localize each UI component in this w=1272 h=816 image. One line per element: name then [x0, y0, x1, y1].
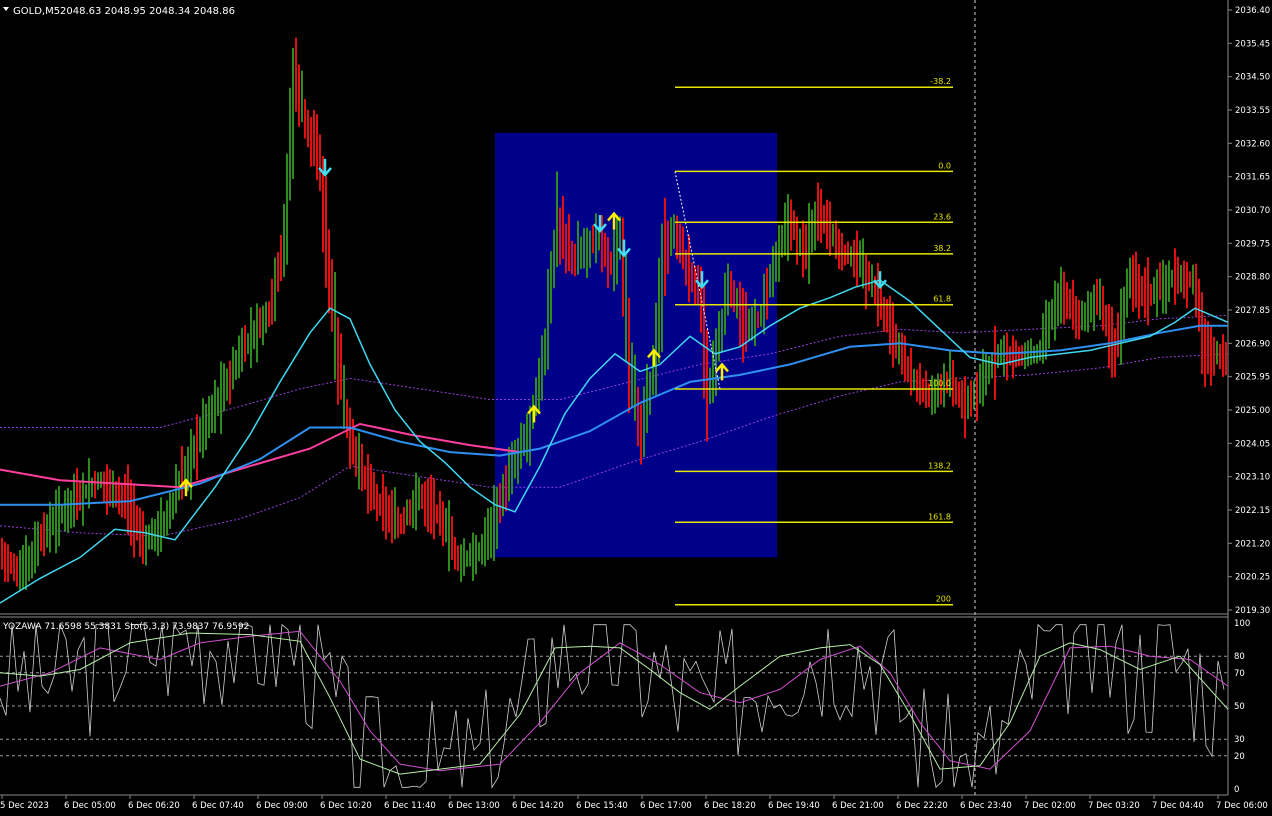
price-tick-label: 2031.65	[1235, 173, 1270, 183]
oscillator-tick-label: 100	[1234, 619, 1250, 629]
price-tick-label: 2027.85	[1235, 306, 1270, 316]
fib-level-label: 200	[936, 595, 951, 604]
fib-level-label: 161.8	[928, 512, 951, 521]
price-tick-label: 2023.10	[1235, 473, 1270, 483]
fib-level-label: 61.8	[933, 295, 951, 304]
chart-canvas: -38.20.023.638.261.8100.0138.2161.8200 2…	[0, 0, 1272, 816]
time-tick-label: 6 Dec 18:20	[704, 801, 756, 811]
price-tick-label: 2034.50	[1235, 73, 1270, 83]
time-tick-label: 6 Dec 10:20	[320, 801, 372, 811]
entry-zone	[495, 132, 777, 558]
oscillator-tick-label: 0	[1234, 785, 1239, 795]
fib-level-label: 100.0	[928, 379, 951, 388]
time-tick-label: 6 Dec 19:40	[768, 801, 820, 811]
time-tick-label: 7 Dec 06:00	[1216, 801, 1268, 811]
price-tick-label: 2022.15	[1235, 506, 1270, 516]
time-tick-label: 6 Dec 06:20	[128, 801, 180, 811]
price-tick-label: 2028.80	[1235, 273, 1270, 283]
time-tick-label: 6 Dec 05:00	[64, 801, 116, 811]
time-tick-label: 6 Dec 11:40	[384, 801, 436, 811]
time-tick-label: 7 Dec 04:40	[1152, 801, 1204, 811]
price-tick-label: 2033.55	[1235, 106, 1270, 116]
price-tick-label: 2019.30	[1235, 606, 1270, 616]
price-tick-label: 2036.40	[1235, 6, 1270, 16]
time-tick-label: 7 Dec 03:20	[1088, 801, 1140, 811]
time-tick-label: 7 Dec 02:00	[1024, 801, 1076, 811]
price-tick-label: 2021.20	[1235, 539, 1270, 549]
price-tick-label: 2032.60	[1235, 139, 1270, 149]
oscillator-tick-label: 70	[1234, 669, 1245, 679]
fib-level-label: 38.2	[933, 244, 951, 253]
price-tick-label: 2025.95	[1235, 373, 1270, 383]
time-tick-label: 6 Dec 13:00	[448, 801, 500, 811]
oscillator-tick-label: 50	[1234, 702, 1245, 712]
time-tick-label: 6 Dec 22:20	[896, 801, 948, 811]
fib-level-label: 138.2	[928, 461, 951, 470]
fib-level-label: 0.0	[938, 161, 951, 170]
symbol-label: GOLD,M5	[13, 6, 60, 17]
fib-level-label: -38.2	[930, 77, 951, 86]
price-tick-label: 2026.90	[1235, 339, 1270, 349]
fib-level-label: 23.6	[933, 212, 951, 221]
price-tick-label: 2035.45	[1235, 39, 1270, 49]
price-tick-label: 2020.25	[1235, 573, 1270, 583]
oscillator-tick-label: 80	[1234, 652, 1245, 662]
time-tick-label: 6 Dec 14:20	[512, 801, 564, 811]
time-tick-label: 6 Dec 09:00	[256, 801, 308, 811]
price-tick-label: 2029.75	[1235, 239, 1270, 249]
time-tick-label: 6 Dec 21:00	[832, 801, 884, 811]
oscillator-tick-label: 20	[1234, 752, 1245, 762]
oscillator-tick-label: 30	[1234, 735, 1245, 745]
chart-header[interactable]: GOLD,M5 2048.63 2048.95 2048.34 2048.86	[3, 6, 235, 17]
time-tick-label: 6 Dec 15:40	[576, 801, 628, 811]
indicator-label: YOZAWA 71.6598 55.3831 Sto(5,3,3) 73.983…	[2, 622, 249, 632]
price-tick-label: 2030.70	[1235, 206, 1270, 216]
price-tick-label: 2024.05	[1235, 439, 1270, 449]
time-tick-label: 6 Dec 23:40	[960, 801, 1012, 811]
time-tick-label: 5 Dec 2023	[0, 801, 49, 811]
time-tick-label: 6 Dec 17:00	[640, 801, 692, 811]
time-tick-label: 6 Dec 07:40	[192, 801, 244, 811]
ohlc-values: 2048.63 2048.95 2048.34 2048.86	[60, 6, 235, 17]
price-tick-label: 2025.00	[1235, 406, 1270, 416]
